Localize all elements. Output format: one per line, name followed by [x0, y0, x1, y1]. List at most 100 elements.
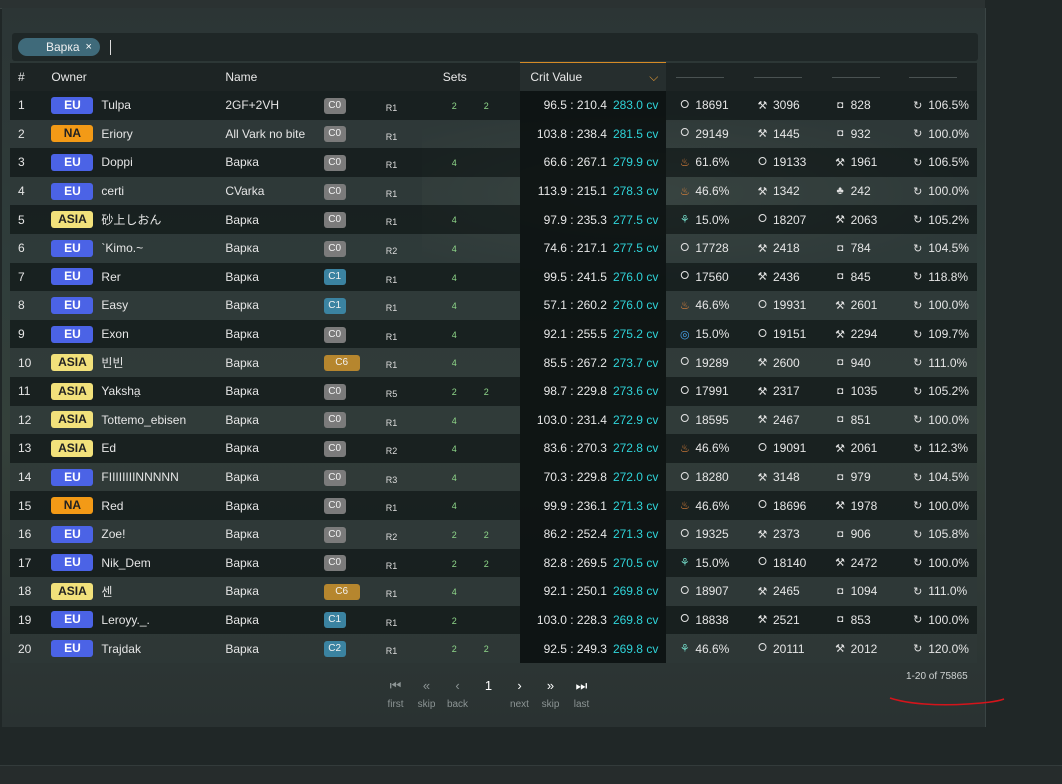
rank: 18 — [10, 577, 52, 606]
stat-cell-4: ↻ 105.8% — [899, 519, 977, 549]
owner-name[interactable]: 빈빈 — [101, 354, 123, 371]
region-badge: EU — [51, 96, 94, 114]
owner-name[interactable]: Eriory — [101, 127, 132, 141]
build-name: Варка — [225, 348, 324, 377]
table-row[interactable]: 9 EU Exon Варка C0 R1 4 92.1 : 255.5 275.… — [10, 319, 977, 349]
owner-name[interactable]: Nik_Dem — [101, 556, 150, 570]
table-row[interactable]: 19 EU Leroyy._. Варка C1 R1 2 103.0 : 22… — [10, 605, 977, 635]
table-row[interactable]: 10 ASIA 빈빈 Варка C6 R1 4 85.5 : 267.2 273… — [10, 348, 977, 377]
constellation-cell: C2 — [323, 634, 386, 663]
owner-name[interactable]: Leroyy._. — [101, 613, 149, 627]
header-sets[interactable]: Sets — [385, 62, 521, 91]
filter-bar[interactable]: Варка × — [12, 33, 978, 61]
owner-name[interactable]: `Kimo.~ — [101, 241, 143, 255]
owner-name[interactable]: certi — [101, 184, 124, 198]
header-name[interactable]: Name — [225, 62, 324, 91]
owner-name[interactable]: Tulpa — [101, 98, 131, 112]
constellation-cell: C0 — [323, 205, 386, 234]
table-row[interactable]: 4 EU certi CVarka C0 R1 113.9 : 215.1 278… — [10, 176, 977, 206]
chevron-down-icon[interactable]: ⌵ — [649, 70, 658, 85]
owner-name[interactable]: 센 — [101, 583, 112, 600]
stat-cell-1: ♨ 46.6% — [666, 434, 744, 463]
table-row[interactable]: 7 EU Rer Варка C1 R1 4 99.5 : 241.5 276.0… — [10, 262, 977, 292]
owner-name[interactable]: Easy — [101, 298, 128, 312]
table-row[interactable]: 20 EU Trajdak Варка C2 R1 2 2 92.5 : 249… — [10, 634, 977, 663]
table-row[interactable]: 16 EU Zoe! Варка C0 R2 2 2 86.2 : 252.4 2… — [10, 519, 977, 549]
owner-name[interactable]: Exon — [101, 327, 128, 341]
crit-value: 283.0 cv — [612, 98, 659, 113]
stat-cell-4: ↻ 100.0% — [899, 119, 977, 149]
crit-value-cell: 83.6 : 270.3 272.8 cv — [520, 434, 667, 463]
crit-ratio: 82.8 : 269.5 — [543, 555, 607, 570]
def-icon: ◘ — [837, 614, 844, 626]
filter-chip[interactable]: Варка × — [18, 38, 100, 56]
region-badge: EU — [51, 525, 94, 543]
stat-value: 2063 — [850, 212, 878, 227]
stat-cell-3: ◘ 784 — [821, 233, 900, 263]
build-name: Варка — [225, 491, 324, 520]
table-row[interactable]: 17 EU Nik_Dem Варка C0 R1 2 2 82.8 : 269… — [10, 548, 977, 578]
table-row[interactable]: 12 ASIA Tottemo_ebisen Варка C0 R1 4 103… — [10, 405, 977, 435]
er-icon: ↻ — [913, 414, 923, 427]
owner-name[interactable]: Yaksha̤ — [101, 384, 140, 398]
stat-value: 100.0% — [928, 555, 969, 570]
crit-ratio: 85.5 : 267.2 — [543, 355, 607, 370]
stat-cell-4: ↻ 100.0% — [899, 291, 977, 320]
stat-cell-1: ⭘ 17560 — [666, 262, 744, 292]
hp-icon: ⭘ — [758, 155, 767, 168]
owner-name[interactable]: Rer — [101, 270, 120, 284]
table-row[interactable]: 8 EU Easy Варка C1 R1 4 57.1 : 260.2 276.… — [10, 291, 977, 320]
constellation-cell: C0 — [323, 434, 386, 463]
last-page-button[interactable]: ⏭ last — [566, 677, 597, 710]
table-row[interactable]: 5 ASIA 砂上しおん Варка C0 R1 4 97.9 : 235.3 2… — [10, 205, 977, 234]
stat-cell-3: ◘ 845 — [821, 262, 900, 292]
er-icon: ↻ — [913, 643, 923, 656]
crit-value-cell: 86.2 : 252.4 271.3 cv — [520, 519, 667, 549]
table-row[interactable]: 11 ASIA Yaksha̤ Варка C0 R5 2 2 98.7 : 2… — [10, 376, 977, 406]
table-row[interactable]: 2 NA Eriory All Vark no bite C0 R1 103.8… — [10, 119, 977, 149]
crit-value: 271.3 cv — [612, 498, 659, 513]
owner-name[interactable]: FIIIIIIIINNNNN — [101, 470, 178, 484]
table-row[interactable]: 1 EU Tulpa 2GF+2VH C0 R1 2 2 96.5 : 210.… — [10, 91, 977, 120]
atk-icon: ⚒ — [757, 242, 768, 255]
table-row[interactable]: 18 ASIA 센 Варка C6 R1 4 92.1 : 250.1 269.… — [10, 577, 977, 606]
er-icon: ↻ — [913, 528, 923, 541]
owner-name[interactable]: Doppi — [101, 155, 132, 169]
owner-name[interactable]: Ed — [101, 441, 116, 455]
stat-value: 104.5% — [928, 470, 969, 485]
owner-name[interactable]: Trajdak — [101, 642, 141, 656]
owner-name[interactable]: 砂上しおん — [101, 211, 161, 228]
header-owner[interactable]: Owner — [51, 62, 226, 91]
table-row[interactable]: 13 ASIA Ed Варка C0 R2 4 83.6 : 270.3 272… — [10, 434, 977, 463]
header-crit-value[interactable]: Crit Value ⌵ — [520, 62, 667, 91]
constellation-cell: C0 — [323, 405, 386, 435]
build-name: Варка — [225, 376, 324, 406]
stat-cell-2: ⚒ 1342 — [743, 176, 822, 206]
stat-value: 15.0% — [695, 555, 730, 570]
table-row[interactable]: 14 EU FIIIIIIIINNNNN Варка C0 R3 4 70.3 … — [10, 462, 977, 492]
back-button[interactable]: ‹ back — [442, 677, 473, 710]
first-page-button[interactable]: ⏮ first — [380, 677, 411, 710]
table-row[interactable]: 3 EU Doppi Варка C0 R1 4 66.6 : 267.1 279… — [10, 148, 977, 177]
stat-value: 18691 — [695, 98, 729, 113]
stat-value: 18838 — [695, 612, 729, 627]
close-icon[interactable]: × — [86, 38, 92, 56]
stat-cell-3: ⚒ 2601 — [821, 291, 900, 320]
stat-cell-4: ↻ 100.0% — [899, 491, 977, 520]
build-name: Варка — [225, 319, 324, 349]
owner-name[interactable]: Red — [101, 499, 123, 513]
table-row[interactable]: 6 EU `Kimo.~ Варка C0 R2 4 74.6 : 217.1 2… — [10, 233, 977, 263]
header-stat-1 — [666, 62, 744, 91]
skip-back-button[interactable]: « skip — [411, 677, 442, 710]
owner-name[interactable]: Zoe! — [101, 527, 125, 541]
owner-name[interactable]: Tottemo_ebisen — [101, 413, 186, 427]
next-button[interactable]: › next — [504, 677, 535, 710]
rank: 1 — [10, 91, 52, 120]
table-row[interactable]: 15 NA Red Варка C0 R1 4 99.9 : 236.1 271.… — [10, 491, 977, 520]
rank: 20 — [10, 634, 52, 663]
skip-next-button[interactable]: » skip — [535, 677, 566, 710]
header-rank[interactable]: # — [10, 62, 52, 91]
stat-value: 2465 — [772, 584, 800, 599]
sets-cell: R1 4 — [385, 205, 521, 234]
stat-value: 1094 — [850, 584, 878, 599]
